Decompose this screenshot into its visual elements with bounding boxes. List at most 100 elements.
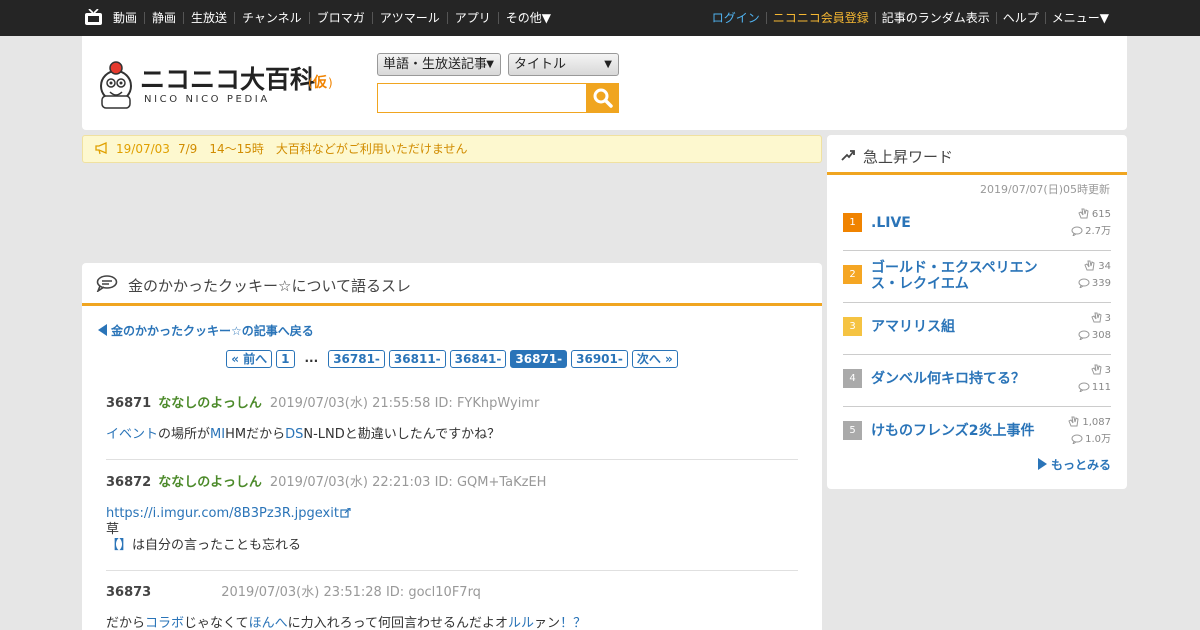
pager-next[interactable]: 次へ » — [631, 350, 678, 368]
see-more-link[interactable]: もっとみる — [1037, 456, 1111, 473]
nav-channel[interactable]: チャンネル — [234, 12, 309, 24]
post-body: https://i.imgur.com/8B3Pz3R.jpgexit 草 【】… — [106, 506, 798, 554]
svg-text:(: ( — [308, 76, 313, 90]
post-text: 草 — [106, 522, 120, 537]
nav-live[interactable]: 生放送 — [183, 12, 234, 24]
trending-updated-time: 2019/07/07(日)05時更新 — [980, 183, 1110, 196]
back-to-article-link[interactable]: 金のかかったクッキー☆の記事へ戻る — [98, 322, 314, 339]
keyword-link[interactable]: DS — [285, 427, 303, 442]
nav-atsumaru[interactable]: アツマール — [371, 12, 447, 24]
post-number[interactable]: 36872 — [106, 475, 151, 490]
search-button[interactable] — [587, 83, 619, 113]
nav-seiga[interactable]: 静画 — [144, 12, 183, 24]
bbs-thread-card: 金のかかったクッキー☆について語るスレ 金のかかったクッキー☆の記事へ戻る « … — [82, 263, 822, 630]
keyword-link[interactable]: イベント — [106, 427, 158, 442]
keyword-link[interactable]: MI — [210, 427, 225, 442]
comment-count: 2.7万 — [1071, 225, 1111, 239]
pager-page[interactable]: 36841- — [449, 350, 507, 368]
keyword-link[interactable]: ！？ — [560, 616, 586, 630]
post-text: の場所が — [158, 427, 211, 442]
category-select[interactable]: 単語・生放送記事 ▼ — [377, 53, 501, 76]
keyword-link[interactable]: コラボ — [145, 616, 184, 630]
trending-title: 急上昇ワード — [863, 148, 954, 166]
register-link[interactable]: ニコニコ会員登録 — [765, 12, 875, 24]
search-input[interactable] — [377, 83, 587, 113]
trending-item[interactable]: 2 ゴールド・エクスペリエンス・レクイエム 34 339 — [843, 251, 1111, 303]
post-number[interactable]: 36873 — [106, 585, 151, 600]
pager-first[interactable]: 1 — [276, 350, 295, 368]
trending-item[interactable]: 4 ダンベル何キロ持てる？ 3 111 — [843, 355, 1111, 407]
nav-app[interactable]: アプリ — [446, 12, 498, 24]
like-count: 615 — [1078, 208, 1111, 222]
post-text: に力入れろって何回言わせるんだよオ — [287, 616, 509, 630]
menu-dropdown[interactable]: メニュー▼ — [1044, 12, 1115, 24]
megaphone-icon — [95, 142, 107, 155]
post-divider — [106, 459, 798, 460]
pager-page[interactable]: 36811- — [388, 350, 446, 368]
keyword-link[interactable]: 【】 — [106, 538, 132, 553]
comment-icon — [1078, 278, 1090, 290]
global-nav-bar: 動画 静画 生放送 チャンネル ブロマガ アツマール アプリ その他▼ ログイン… — [0, 0, 1200, 36]
rank-badge: 2 — [843, 265, 862, 284]
svg-text:NICO NICO PEDIA: NICO NICO PEDIA — [144, 94, 270, 105]
back-triangle-icon — [98, 324, 107, 336]
clap-icon — [1078, 208, 1089, 219]
svg-text:): ) — [328, 76, 333, 90]
clap-icon — [1090, 312, 1102, 323]
trending-word[interactable]: アマリリス組 — [871, 319, 1041, 335]
login-link[interactable]: ログイン — [706, 12, 766, 24]
like-count: 3 — [1090, 312, 1111, 326]
field-select[interactable]: タイトル ▼ — [508, 53, 619, 76]
site-header: ニコニコ大百科 ( 仮 ) NICO NICO PEDIA 単語・生放送記事 ▼… — [82, 36, 1127, 130]
post-number[interactable]: 36871 — [106, 396, 151, 411]
comment-count: 111 — [1078, 381, 1111, 395]
trending-item[interactable]: 5 けものフレンズ2炎上事件 1,087 1.0万 — [843, 407, 1111, 459]
post-author: ななしのよっしん — [158, 396, 262, 411]
post-meta: 2019/07/03(水) 22:21:03 ID: GQM+TaKzEH — [269, 475, 547, 490]
trending-header: 急上昇ワード — [827, 135, 1127, 175]
trending-word[interactable]: .LIVE — [871, 215, 1041, 231]
niconico-tv-icon[interactable] — [85, 9, 102, 26]
keyword-link[interactable]: ほんへ — [249, 616, 288, 630]
trending-item[interactable]: 3 アマリリス組 3 308 — [843, 303, 1111, 355]
nav-more-menu[interactable]: その他▼ — [497, 12, 558, 24]
clap-icon — [1084, 260, 1095, 271]
bbs-post: 36872 ななしのよっしん 2019/07/03(水) 22:21:03 ID: … — [106, 474, 798, 554]
post-text: じゃなくて — [184, 616, 249, 630]
nav-blomaga[interactable]: ブロマガ — [308, 12, 372, 24]
post-divider — [106, 570, 798, 571]
comment-icon — [1071, 226, 1083, 238]
pager-prev[interactable]: « 前へ — [226, 350, 273, 368]
trending-item[interactable]: 1 .LIVE 615 2.7万 — [843, 199, 1111, 251]
help-link[interactable]: ヘルプ — [995, 12, 1045, 24]
dropdown-arrow-icon: ▼ — [486, 59, 494, 70]
pager-page[interactable]: 36781- — [328, 350, 385, 368]
nav-douga[interactable]: 動画 — [113, 12, 144, 24]
comment-icon — [1071, 434, 1083, 446]
post-author: ななしのよっしん — [158, 475, 262, 490]
more-triangle-icon — [1037, 458, 1047, 470]
rank-badge: 1 — [843, 213, 862, 232]
keyword-link[interactable]: ルル — [508, 616, 534, 630]
pager-current-page[interactable]: 36871- — [510, 350, 568, 368]
pagination: « 前へ 1 ... 36781- 36811- 36841- 36871- 3… — [82, 350, 822, 368]
comment-count: 1.0万 — [1071, 433, 1111, 447]
bbs-post: 36871 ななしのよっしん 2019/07/03(水) 21:55:58 ID: … — [106, 395, 798, 443]
notice-message: 7/9 14～15時 大百科などがご利用いただけません — [178, 142, 468, 156]
post-header: 36872 ななしのよっしん 2019/07/03(水) 22:21:03 ID: … — [106, 474, 798, 492]
post-header: 36873 2019/07/03(水) 23:51:28 ID: gocl10F7… — [106, 584, 798, 602]
pager-page[interactable]: 36901- — [571, 350, 628, 368]
maintenance-notice[interactable]: 19/07/03 7/9 14～15時 大百科などがご利用いただけません — [82, 135, 822, 163]
trending-word[interactable]: ダンベル何キロ持てる？ — [871, 371, 1041, 387]
random-article-link[interactable]: 記事のランダム表示 — [874, 12, 996, 24]
trending-word[interactable]: ゴールド・エクスペリエンス・レクイエム — [871, 260, 1041, 292]
external-url-link[interactable]: https://i.imgur.com/8B3Pz3R.jpgexit — [106, 506, 339, 521]
trending-words-panel: 急上昇ワード 2019/07/07(日)05時更新 1 .LIVE 615 2.… — [827, 135, 1127, 489]
post-header: 36871 ななしのよっしん 2019/07/03(水) 21:55:58 ID: … — [106, 395, 798, 413]
svg-text:ニコニコ大百科: ニコニコ大百科 — [140, 65, 315, 94]
nicopedia-logo[interactable]: ニコニコ大百科 ( 仮 ) NICO NICO PEDIA — [96, 56, 346, 112]
trending-word[interactable]: けものフレンズ2炎上事件 — [871, 423, 1041, 439]
like-count: 3 — [1090, 364, 1111, 378]
rank-badge: 4 — [843, 369, 862, 388]
post-meta: 2019/07/03(水) 21:55:58 ID: FYKhpWyimr — [269, 396, 540, 411]
